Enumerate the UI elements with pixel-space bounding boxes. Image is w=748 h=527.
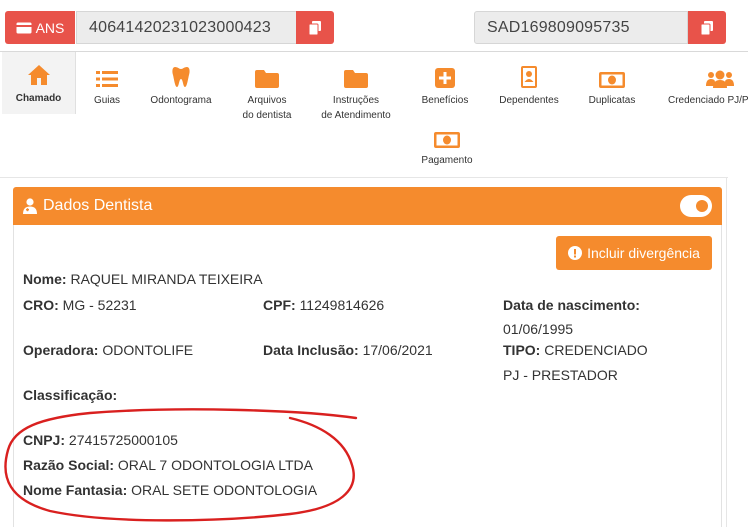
inclusao-value: 17/06/2021 [362,342,433,358]
plus-square-icon [435,68,455,88]
toggle-knob [696,200,708,212]
cpf-value: 11249814626 [299,297,385,313]
sad-number-field[interactable]: SAD169809095735 [474,11,688,44]
nav-label-line2: do dentista [242,110,292,121]
nav-item-credenciado[interactable]: Credenciado PJ/Pre [664,52,748,108]
nav-item-pagamento[interactable]: Pagamento [416,114,478,168]
nav-item-arquivos[interactable]: Arquivos do dentista [236,52,298,123]
ans-button[interactable]: ANS [5,11,75,44]
nome-value: RAQUEL MIRANDA TEIXEIRA [70,271,263,287]
cnpj-row: CNPJ: 27415725000105 [23,432,178,448]
top-bar: ANS 40641420231023000423 SAD169809095735 [0,0,748,52]
panel-toggle[interactable] [680,195,712,217]
nav-label: Credenciado PJ/Pre [668,95,748,106]
razao-value: ORAL 7 ODONTOLOGIA LTDA [117,457,313,473]
money-bill-icon [434,132,460,148]
include-divergence-label: Incluir divergência [587,245,700,261]
nav-label: Pagamento [421,155,473,166]
nasc-value: 01/06/1995 [503,321,574,337]
nav-label-line1: Instruções [332,95,380,106]
classificacao-label: Classificação: [23,387,118,403]
money-bill-icon [599,72,625,88]
razao-label: Razão Social: [23,457,115,473]
inclusao-label: Data Inclusão: [263,342,359,358]
fantasia-value: ORAL SETE ODONTOLOGIA [131,482,318,498]
tipo-row: TIPO: CREDENCIADO [503,342,648,358]
nasc-row: Data de nascimento: [503,297,640,313]
cro-row: CRO: MG - 52231 [23,297,137,313]
copy-sad-button[interactable] [688,11,726,44]
nav-divider [0,177,728,178]
exclamation-circle-icon [568,246,583,260]
panel-header: Dados Dentista [13,187,722,225]
home-icon [27,65,50,85]
copy-icon [701,20,713,35]
inclusao-row: Data Inclusão: 17/06/2021 [263,342,433,358]
nav-item-beneficios[interactable]: Benefícios [416,52,474,108]
nav-label: Benefícios [421,95,469,106]
nav-label: Dependentes [499,95,559,106]
folder-icon [255,70,279,88]
cnpj-value: 27415725000105 [68,432,178,448]
panel-title: Dados Dentista [43,197,153,214]
nav-item-dependentes[interactable]: Dependentes [494,52,564,108]
copy-icon [309,20,321,35]
operadora-value: ODONTOLIFE [102,342,194,358]
nome-row: Nome: RAQUEL MIRANDA TEIXEIRA [23,271,263,287]
nav-label: Odontograma [150,95,212,106]
card-icon [16,22,32,33]
ans-number-field[interactable]: 40641420231023000423 [76,11,297,44]
tipo-label: TIPO: [503,342,541,358]
nav-item-chamado[interactable]: Chamado [2,52,76,114]
nav-item-guias[interactable]: Guias [82,52,132,108]
cpf-row: CPF: 11249814626 [263,297,384,313]
nav-item-duplicatas[interactable]: Duplicatas [584,52,640,108]
nav-label-line1: Arquivos [247,95,287,106]
folder-icon [344,70,368,88]
nav-bar: Chamado Guias Odontograma Arquivos do de… [0,52,748,178]
id-badge-icon [521,66,537,88]
nav-item-odontograma[interactable]: Odontograma [148,52,214,108]
cnpj-label: CNPJ: [23,432,66,448]
nav-label: Guias [93,95,121,106]
nav-item-instrucoes[interactable]: Instruções de Atendimento [318,52,394,123]
copy-ans-button[interactable] [296,11,334,44]
include-divergence-button[interactable]: Incluir divergência [556,236,712,270]
list-icon [96,71,118,87]
razao-row: Razão Social: ORAL 7 ODONTOLOGIA LTDA [23,457,313,473]
tipo-value: CREDENCIADO [544,342,648,358]
classificacao-row: Classificação: [23,387,117,403]
tipo-value-line2: PJ - PRESTADOR [503,367,618,383]
nome-label: Nome: [23,271,67,287]
cro-value: MG - 52231 [62,297,137,313]
nav-label: Duplicatas [588,95,636,106]
tooth-icon [172,67,190,87]
cro-label: CRO: [23,297,59,313]
ans-label: ANS [35,19,65,36]
operadora-row: Operadora: ODONTOLIFE [23,342,193,358]
user-doctor-icon [23,198,37,214]
operadora-label: Operadora: [23,342,99,358]
users-icon [706,70,734,88]
cpf-label: CPF: [263,297,296,313]
nav-label-line2: de Atendimento [321,110,391,121]
nav-label: Chamado [15,93,62,104]
fantasia-label: Nome Fantasia: [23,482,128,498]
content-divider [726,178,727,527]
fantasia-row: Nome Fantasia: ORAL SETE ODONTOLOGIA [23,482,317,498]
nasc-label: Data de nascimento: [503,297,640,313]
